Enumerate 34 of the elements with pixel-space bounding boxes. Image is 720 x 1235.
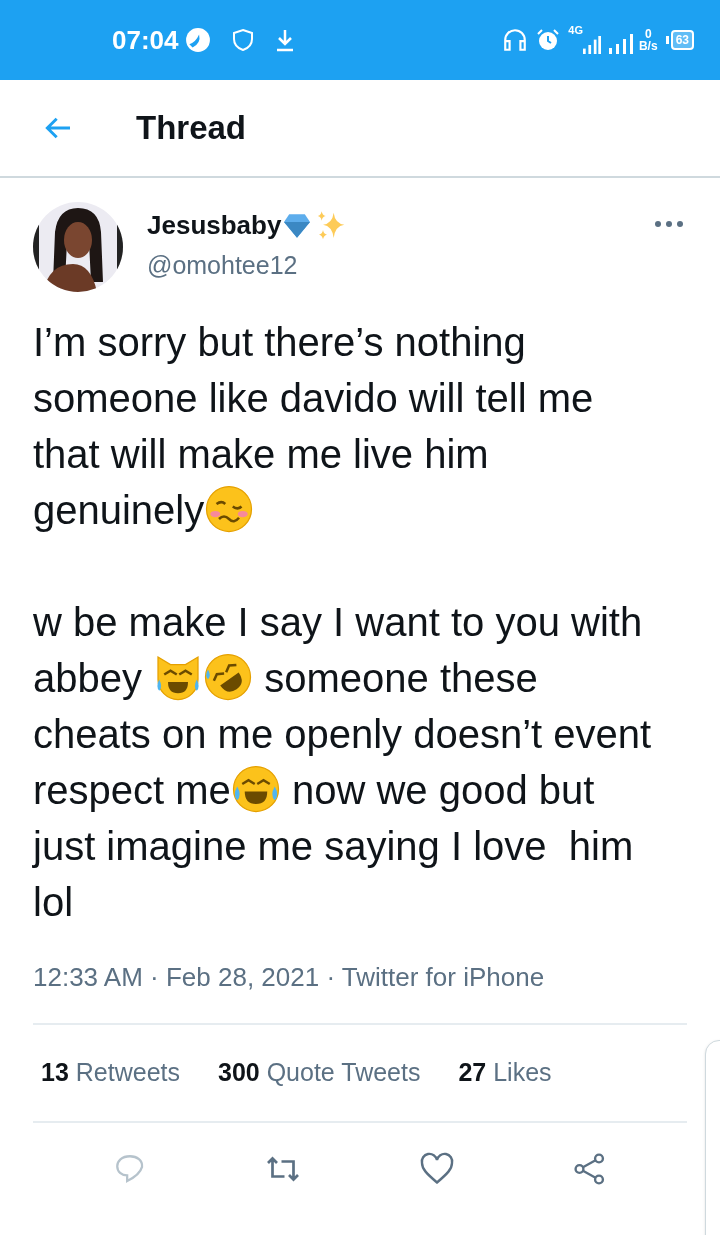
speed-value: 0 xyxy=(644,28,652,40)
page-title: Thread xyxy=(136,108,247,149)
speed-unit: B/s xyxy=(638,40,658,52)
tweet-text: genuinely xyxy=(33,488,205,532)
tweet-text: w be make I say I want to you with xyxy=(33,600,643,644)
battery-level: 63 xyxy=(675,34,689,46)
engagement-stat-link[interactable]: 13 Retweets xyxy=(41,1054,180,1092)
tweet-text: just imagine me saying I love him xyxy=(33,824,634,868)
tweet-text: respect me xyxy=(33,768,231,812)
signal-icon xyxy=(582,35,601,55)
author-handle: @omohtee12 xyxy=(147,250,299,281)
alarm-clock-icon xyxy=(536,28,561,52)
tweet-text: lol xyxy=(33,880,74,924)
more-options-icon xyxy=(654,220,684,228)
engagement-stat-link[interactable]: 27 Likes xyxy=(458,1054,552,1092)
signal-icon xyxy=(608,34,635,54)
author-name: Jesusbaby xyxy=(147,209,282,242)
engagement-stat-link[interactable]: 300 Quote Tweets xyxy=(218,1054,421,1092)
tweet-text: now we good but xyxy=(290,768,595,812)
tweet-text: someone like davido will tell me xyxy=(33,376,594,420)
tweet-text: cheats on me openly doesn’t event xyxy=(33,712,652,756)
tweet-text: someone these xyxy=(263,656,538,700)
rolling-laugh-face-icon xyxy=(203,652,254,702)
network-label: 4G xyxy=(568,25,583,36)
clock: 07:04 xyxy=(112,23,179,57)
tweet-timestamp: 12:33 AM · Feb 28, 2021 · Twitter for iPhone xyxy=(33,962,545,992)
tweet-text: abbey xyxy=(33,656,143,700)
tears-of-joy-face-icon xyxy=(230,764,281,814)
tweet-text: that will make me live him xyxy=(33,432,489,476)
woozy-face-icon xyxy=(204,484,255,534)
heart-icon xyxy=(418,1151,455,1187)
headphones-icon xyxy=(502,26,529,54)
shield-icon xyxy=(230,28,255,52)
tweet-text: I’m sorry but there’s nothing xyxy=(33,320,526,364)
